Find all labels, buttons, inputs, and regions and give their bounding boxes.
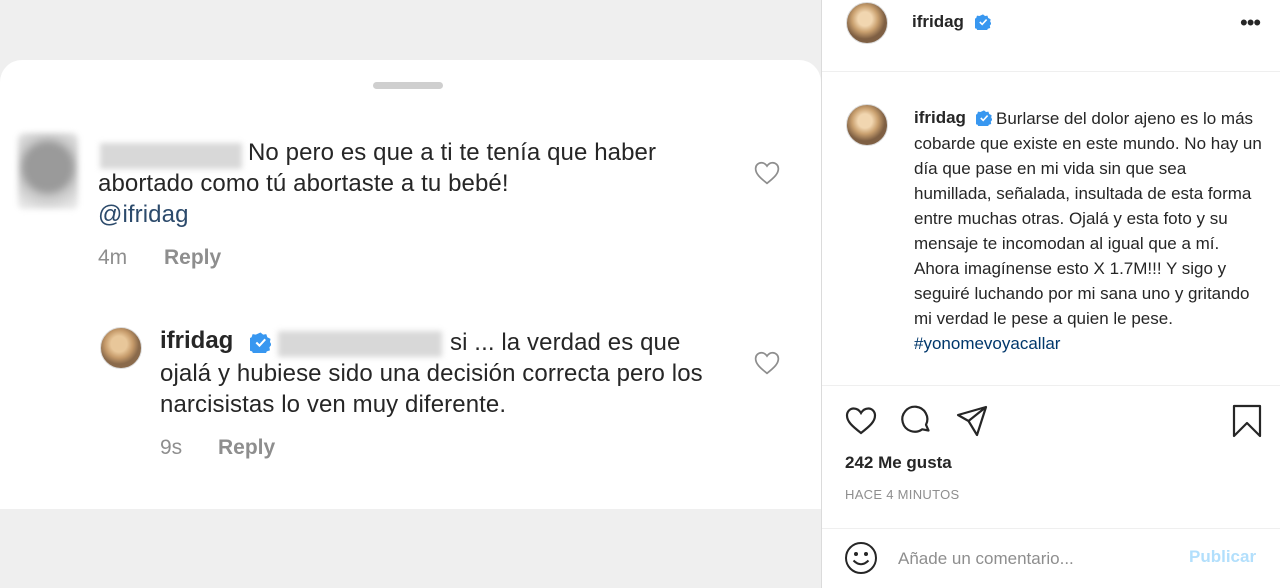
comment2-reply-button: Reply: [218, 436, 276, 459]
sheet-drag-handle: [373, 82, 443, 89]
comment1-time: 4m: [98, 246, 128, 269]
like-heart-icon[interactable]: [844, 404, 878, 438]
heart-icon: [754, 351, 780, 375]
caption-hashtag[interactable]: #yonomevoyacallar: [914, 334, 1060, 353]
comment-bubble-icon[interactable]: [899, 404, 933, 438]
comment-input[interactable]: [898, 543, 1178, 575]
add-comment-bar: Publicar: [822, 528, 1280, 588]
comment2-avatar: [100, 327, 142, 369]
blurred-avatar: [18, 133, 78, 209]
comments-sheet: [0, 60, 821, 509]
comment2-text: si ... la verdad es que ojalá y hubiese …: [160, 329, 703, 418]
publish-button[interactable]: Publicar: [1189, 547, 1256, 567]
verified-badge-icon: [975, 14, 991, 30]
author-username[interactable]: ifridag: [912, 12, 964, 32]
post-panel: ifridag ••• ifridag Burlarse del dolor a…: [821, 0, 1280, 588]
save-bookmark-icon[interactable]: [1230, 404, 1264, 438]
comment1-reply-button: Reply: [164, 246, 222, 269]
share-paper-plane-icon[interactable]: [955, 404, 989, 438]
caption-body: Burlarse del dolor ajeno es lo más cobar…: [914, 109, 1262, 328]
comment1-mention: @ifridag: [98, 201, 189, 228]
post-header: ifridag •••: [822, 0, 1280, 72]
comment2-time: 9s: [160, 436, 183, 459]
caption-text: Burlarse del dolor ajeno es lo más cobar…: [914, 106, 1264, 356]
emoji-icon[interactable]: [844, 541, 878, 575]
caption-author-avatar[interactable]: [846, 104, 888, 146]
post-timestamp[interactable]: HACE 4 MINUTOS: [845, 487, 959, 502]
comment1-body: No pero es que a ti te tenía que haber a…: [98, 139, 657, 197]
post-actions: [822, 392, 1280, 452]
comment-text: No pero es que a ti te tenía que haber a…: [98, 137, 738, 230]
embedded-screenshot: No pero es que a ti te tenía que haber a…: [0, 0, 821, 588]
heart-icon: [754, 161, 780, 185]
likes-count[interactable]: 242 Me gusta: [845, 453, 952, 473]
post-caption: ifridag Burlarse del dolor ajeno es lo m…: [822, 72, 1280, 386]
author-avatar[interactable]: [846, 2, 888, 44]
more-options-icon[interactable]: •••: [1240, 12, 1262, 34]
